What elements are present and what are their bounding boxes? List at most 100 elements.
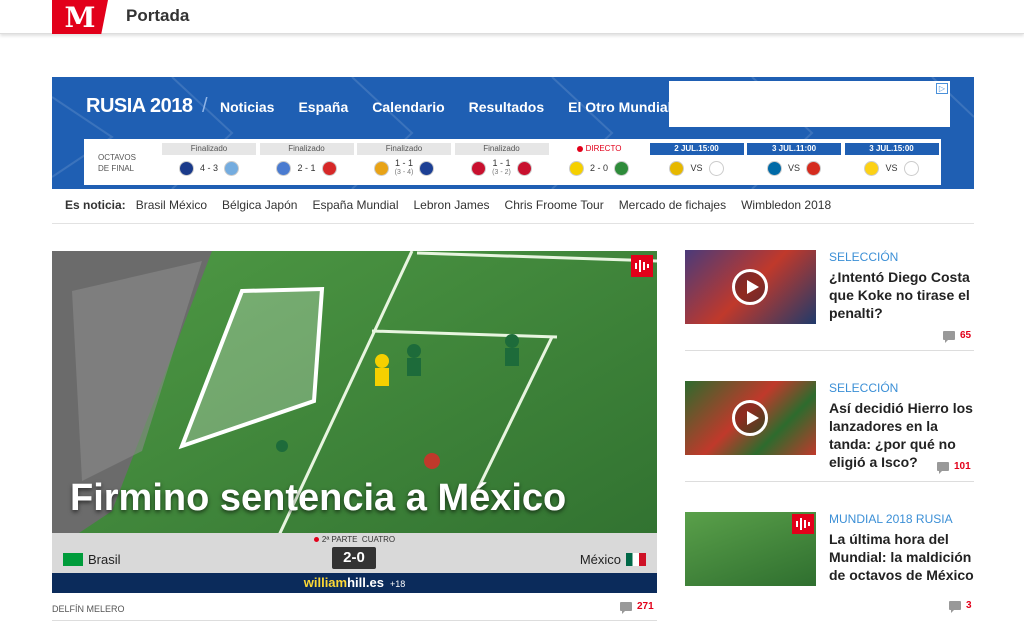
round-label: OCTAVOS DE FINAL bbox=[84, 139, 156, 185]
match-meta: 2ª PARTE CUATRO bbox=[52, 535, 657, 544]
home-flag-icon bbox=[568, 160, 584, 176]
penalties-text: (3 - 2) bbox=[492, 169, 511, 176]
side-story-3[interactable]: MUNDIAL 2018 RUSIA La última hora del Mu… bbox=[685, 512, 974, 632]
round-label-line-1: OCTAVOS bbox=[98, 153, 136, 162]
match-score: VS bbox=[690, 163, 702, 173]
sponsor-part-a: william bbox=[303, 575, 348, 590]
rusia-2018-logo[interactable]: RUSIA 2018 bbox=[86, 95, 193, 118]
comment-count: 101 bbox=[954, 461, 971, 472]
play-icon[interactable] bbox=[732, 400, 768, 436]
sponsor-bar[interactable]: williamhill.es +18 bbox=[52, 573, 657, 593]
main-feature[interactable]: Firmino sentencia a México 2ª PARTE CUAT… bbox=[52, 251, 657, 593]
match-row: 2 - 1 bbox=[260, 155, 354, 181]
nav-resultados[interactable]: Resultados bbox=[469, 99, 544, 115]
trending-link[interactable]: Mercado de fichajes bbox=[619, 198, 726, 212]
section-title[interactable]: Portada bbox=[126, 6, 189, 26]
match-tile[interactable]: Finalizado 2 - 1 bbox=[259, 143, 354, 183]
match-status: Finalizado bbox=[454, 143, 549, 155]
nav-noticias[interactable]: Noticias bbox=[220, 99, 274, 115]
trending-link[interactable]: Brasil México bbox=[136, 198, 207, 212]
away-flag-icon bbox=[806, 160, 821, 176]
sponsor-part-b: hill.es bbox=[347, 575, 384, 590]
live-dot-icon bbox=[576, 145, 583, 152]
feature-comments[interactable]: 271 bbox=[620, 601, 654, 614]
feature-divider bbox=[52, 620, 657, 621]
video-icon[interactable] bbox=[792, 514, 814, 534]
match-status: 3 JUL.11:00 bbox=[747, 143, 841, 155]
comment-count: 65 bbox=[960, 330, 972, 341]
nav-separator: / bbox=[202, 95, 208, 117]
home-flag-icon bbox=[276, 160, 292, 176]
score-text: 2 - 1 bbox=[297, 162, 316, 173]
tv-channel: CUATRO bbox=[361, 535, 396, 544]
marca-logo[interactable]: M bbox=[52, 0, 108, 34]
story-comments[interactable]: 101 bbox=[937, 461, 971, 474]
away-flag-icon bbox=[903, 160, 919, 176]
story-comments[interactable]: 65 bbox=[943, 330, 972, 343]
match-tile[interactable]: 3 JUL.15:00 VS bbox=[844, 143, 939, 183]
side-divider bbox=[685, 350, 974, 351]
home-flag-icon bbox=[373, 160, 389, 176]
match-tile[interactable]: Finalizado 1 - 1 (3 - 4) bbox=[357, 143, 451, 183]
scores-strip: OCTAVOS DE FINAL Finalizado 4 - 3 Finaliza… bbox=[84, 139, 941, 185]
story-thumbnail[interactable] bbox=[685, 512, 816, 586]
match-status: Finalizado bbox=[259, 143, 354, 155]
story-thumbnail[interactable] bbox=[685, 250, 816, 324]
match-status: 3 JUL.15:00 bbox=[844, 143, 939, 155]
feature-headline[interactable]: Firmino sentencia a México bbox=[70, 477, 566, 520]
play-icon[interactable] bbox=[732, 269, 768, 305]
side-story-2[interactable]: SELECCIÓN Así decidió Hierro los lanzado… bbox=[685, 381, 974, 501]
match-status-text: Finalizado bbox=[483, 144, 520, 153]
live-scoreboard[interactable]: 2ª PARTE CUATRO Brasil 2-0 México bbox=[52, 533, 657, 573]
match-tile[interactable]: Finalizado 4 - 3 bbox=[162, 143, 256, 183]
match-row: 2 - 0 bbox=[552, 155, 646, 181]
score-text: VS bbox=[787, 162, 800, 173]
score-text: 1 - 1 bbox=[394, 158, 413, 168]
logo-letter: M bbox=[64, 0, 96, 34]
trending-link[interactable]: Lebron James bbox=[414, 198, 490, 212]
trending-link[interactable]: Chris Froome Tour bbox=[505, 198, 604, 212]
match-tile[interactable]: DIRECTO 2 - 0 bbox=[552, 143, 646, 183]
story-comments[interactable]: 3 bbox=[949, 600, 972, 613]
nav-calendario[interactable]: Calendario bbox=[372, 99, 444, 115]
side-divider bbox=[685, 481, 974, 482]
adchoices-icon[interactable]: ▷ bbox=[935, 83, 948, 94]
feature-author[interactable]: DELFÍN MELERO bbox=[52, 604, 125, 614]
nav-espana[interactable]: España bbox=[298, 99, 348, 115]
worldcup-nav: Noticias España Calendario Resultados El… bbox=[220, 99, 696, 115]
match-tile[interactable]: 2 JUL.15:00 VS bbox=[649, 143, 744, 183]
match-score: VS bbox=[787, 162, 800, 173]
comment-count: 271 bbox=[637, 601, 654, 612]
home-flag-icon bbox=[669, 160, 685, 176]
away-team-name: México bbox=[579, 552, 621, 567]
story-headline[interactable]: ¿Intentó Diego Costa que Koke no tirase … bbox=[829, 268, 979, 322]
trending-bar: Es noticia: Brasil México Bélgica Japón … bbox=[52, 198, 974, 224]
match-score: 2-0 bbox=[332, 547, 376, 569]
nav-el-otro-mundial[interactable]: El Otro Mundial bbox=[568, 99, 671, 115]
live-dot-icon bbox=[313, 537, 319, 543]
side-story-1[interactable]: SELECCIÓN ¿Intentó Diego Costa que Koke … bbox=[685, 250, 974, 370]
video-icon[interactable] bbox=[631, 255, 653, 277]
story-section[interactable]: MUNDIAL 2018 RUSIA bbox=[829, 512, 953, 526]
away-team: México bbox=[580, 552, 651, 567]
trending-link[interactable]: Wimbledon 2018 bbox=[741, 198, 831, 212]
round-label-line-2: DE FINAL bbox=[98, 164, 135, 173]
mexico-flag-icon bbox=[626, 553, 646, 566]
match-period: 2ª PARTE bbox=[321, 535, 358, 544]
match-row: 1 - 1 (3 - 4) bbox=[357, 155, 451, 181]
story-thumbnail[interactable] bbox=[685, 381, 816, 455]
match-score: VS bbox=[885, 163, 897, 173]
match-tile[interactable]: 3 JUL.11:00 VS bbox=[747, 143, 841, 183]
story-section[interactable]: SELECCIÓN bbox=[829, 250, 898, 264]
match-tile[interactable]: Finalizado 1 - 1 (3 - 2) bbox=[454, 143, 549, 183]
ad-slot[interactable]: ▷ bbox=[669, 81, 950, 127]
trending-link[interactable]: Bélgica Japón bbox=[222, 198, 297, 212]
match-row: 4 - 3 bbox=[162, 155, 256, 181]
match-score: 1 - 1 (3 - 2) bbox=[492, 159, 511, 177]
story-headline[interactable]: La última hora del Mundial: la maldición… bbox=[829, 530, 979, 584]
match-status-text: 3 JUL.11:00 bbox=[771, 144, 817, 153]
match-status-text: Finalizado bbox=[288, 144, 325, 153]
trending-link[interactable]: España Mundial bbox=[312, 198, 398, 212]
match-status-text: 3 JUL.15:00 bbox=[869, 144, 914, 153]
story-section[interactable]: SELECCIÓN bbox=[829, 381, 898, 395]
